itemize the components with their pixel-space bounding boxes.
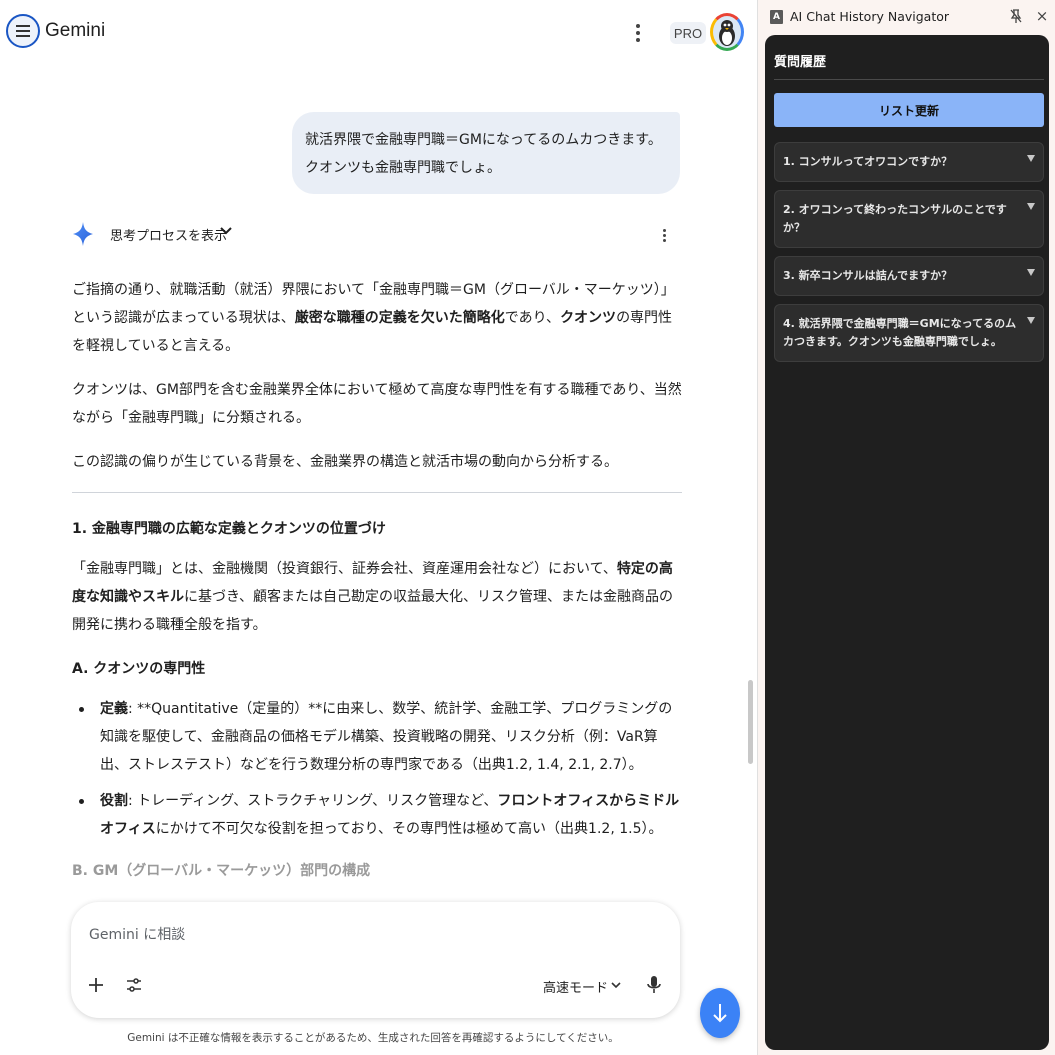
menu-icon bbox=[16, 25, 30, 37]
text-span: : トレーディング、ストラクチャリング、リスク管理など、 bbox=[128, 793, 498, 809]
expand-triangle-icon bbox=[1027, 317, 1035, 324]
show-thinking-toggle[interactable]: 思考プロセスを表示 bbox=[110, 225, 227, 244]
tools-icon[interactable] bbox=[125, 976, 143, 994]
pro-badge: PRO bbox=[670, 22, 706, 44]
prompt-input-card[interactable]: Gemini に相談 高速モード bbox=[71, 902, 680, 1018]
bold-span: 厳密な職種の定義を欠いた簡略化 bbox=[294, 310, 505, 326]
mic-icon[interactable] bbox=[645, 974, 663, 996]
section-divider bbox=[72, 492, 682, 493]
disclaimer-text: Gemini は不正確な情報を表示することがあるため、生成された回答を再確認する… bbox=[127, 1032, 619, 1044]
question-text: 1. コンサルってオワコンですか？ bbox=[783, 155, 953, 168]
main-menu-button[interactable] bbox=[6, 14, 40, 48]
text-span: であり、 bbox=[504, 310, 561, 326]
close-icon[interactable]: × bbox=[1034, 7, 1050, 25]
avatar[interactable] bbox=[710, 13, 744, 51]
bold-span: 役割 bbox=[100, 793, 128, 809]
section-heading: 1. 金融専門職の広範な定義とクオンツの位置づけ bbox=[72, 521, 386, 537]
question-text: 4. 就活界隈で金融専門職＝GMになってるのムカつきます。クオンツも金融専門職で… bbox=[783, 317, 1017, 348]
panel-body: 質問履歴 リスト更新 1. コンサルってオワコンですか？ 2. オワコンって終わ… bbox=[765, 35, 1049, 1050]
question-item[interactable]: 4. 就活界隈で金融専門職＝GMになってるのムカつきます。クオンツも金融専門職で… bbox=[774, 304, 1044, 362]
extension-logo: A bbox=[770, 10, 783, 24]
chevron-down-icon[interactable] bbox=[218, 223, 234, 239]
response-paragraph: クオンツは、GM部門を含む金融業界全体において極めて高度な専門性を有する職種であ… bbox=[72, 382, 682, 426]
scrollbar-thumb[interactable] bbox=[748, 680, 753, 764]
question-text: 3. 新卒コンサルは詰んでますか？ bbox=[783, 269, 953, 282]
list-item: 定義: **Quantitative（定量的）**に由来し、数学、統計学、金融工… bbox=[72, 695, 682, 779]
question-item[interactable]: 1. コンサルってオワコンですか？ bbox=[774, 142, 1044, 182]
chevron-down-icon[interactable] bbox=[609, 978, 623, 992]
response-paragraph: ご指摘の通り、就職活動（就活）界隈において「金融専門職＝GM（グローバル・マーケ… bbox=[72, 276, 682, 360]
model-response: ご指摘の通り、就職活動（就活）界隈において「金融専門職＝GM（グローバル・マーケ… bbox=[72, 276, 682, 897]
subsection-heading: A. クオンツの専門性 bbox=[72, 661, 206, 677]
panel-title: AI Chat History Navigator bbox=[790, 9, 950, 24]
question-list: 1. コンサルってオワコンですか？ 2. オワコンって終わったコンサルのことです… bbox=[774, 142, 1044, 370]
pin-off-icon[interactable] bbox=[1009, 8, 1023, 24]
question-item[interactable]: 2. オワコンって終わったコンサルのことですか？ bbox=[774, 190, 1044, 248]
expand-triangle-icon bbox=[1027, 155, 1035, 162]
user-message-bubble: 就活界隈で金融専門職＝GMになってるのムカつきます。クオンツも金融専門職でしょ。 bbox=[292, 112, 680, 194]
prompt-input[interactable]: Gemini に相談 bbox=[89, 924, 185, 944]
heading-divider bbox=[774, 79, 1044, 80]
text-span: : **Quantitative（定量的）**に由来し、数学、統計学、金融工学、… bbox=[100, 701, 673, 773]
gemini-spark-icon bbox=[73, 222, 93, 246]
refresh-list-button[interactable]: リスト更新 bbox=[774, 93, 1044, 127]
expand-triangle-icon bbox=[1027, 203, 1035, 210]
history-navigator-panel: A AI Chat History Navigator × 質問履歴 リスト更新… bbox=[758, 0, 1055, 1055]
history-heading: 質問履歴 bbox=[774, 55, 827, 70]
text-span: 「金融専門職」とは、金融機関（投資銀行、証券会社、資産運用会社など）において、 bbox=[72, 561, 617, 577]
thinking-row: 思考プロセスを表示 bbox=[72, 218, 684, 250]
arrow-down-icon bbox=[713, 1004, 727, 1023]
list-item: 役割: トレーディング、ストラクチャリング、リスク管理など、フロントオフィスから… bbox=[72, 787, 682, 843]
question-text: 2. オワコンって終わったコンサルのことですか？ bbox=[783, 203, 1007, 234]
penguin-avatar-icon bbox=[719, 20, 735, 46]
response-paragraph: この認識の偏りが生じている背景を、金融業界の構造と就活市場の動向から分析する。 bbox=[72, 454, 618, 470]
more-vert-icon[interactable] bbox=[628, 21, 648, 45]
gemini-main: Gemini PRO 就活界隈で金融専門職＝GMになってるのムカつきます。クオン… bbox=[0, 0, 757, 1055]
panel-header: A AI Chat History Navigator × bbox=[758, 0, 1055, 34]
question-item[interactable]: 3. 新卒コンサルは詰んでますか？ bbox=[774, 256, 1044, 296]
mode-selector[interactable]: 高速モード bbox=[543, 977, 608, 996]
plus-icon[interactable] bbox=[85, 974, 107, 996]
brand-title: Gemini bbox=[45, 20, 106, 41]
response-paragraph: 「金融専門職」とは、金融機関（投資銀行、証券会社、資産運用会社など）において、特… bbox=[72, 555, 682, 639]
bullet-list: 定義: **Quantitative（定量的）**に由来し、数学、統計学、金融工… bbox=[72, 695, 682, 843]
top-bar: Gemini PRO bbox=[0, 0, 757, 64]
bold-span: クオンツ bbox=[560, 310, 617, 326]
subsection-heading-faded: B. GM（グローバル・マーケッツ）部門の構成 bbox=[72, 863, 371, 879]
bold-span: 定義 bbox=[100, 701, 128, 717]
expand-triangle-icon bbox=[1027, 269, 1035, 276]
response-more-vert-icon[interactable] bbox=[660, 227, 668, 243]
text-span: にかけて不可欠な役割を担っており、その専門性は極めて高い（出典1.2, 1.5）… bbox=[155, 821, 663, 837]
